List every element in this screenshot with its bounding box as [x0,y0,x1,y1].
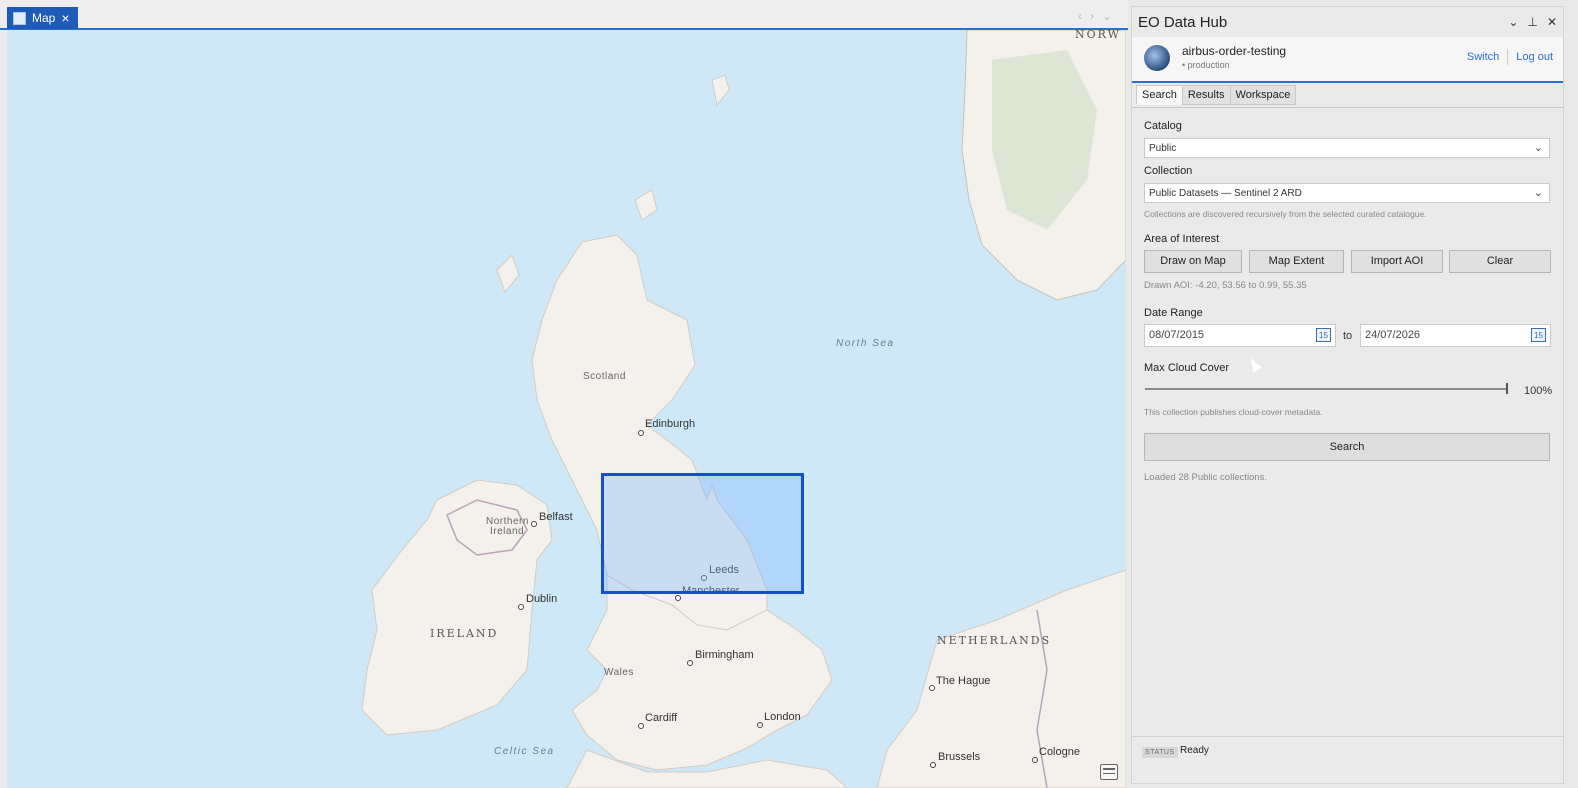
calendar-icon[interactable]: 15 [1531,328,1546,342]
date-from-input[interactable]: 08/07/2015 15 [1144,324,1336,347]
celtic-sea-label: Celtic Sea [494,746,555,757]
cologne-label: Cologne [1039,746,1080,758]
catalog-label: Catalog [1144,120,1182,132]
draw-on-map-button[interactable]: Draw on Map [1144,250,1242,273]
city-dot [638,723,644,729]
city-dot [757,722,763,728]
belfast-label: Belfast [539,511,573,523]
collection-select[interactable]: Public Datasets — Sentinel 2 ARD ⌄ [1144,183,1550,203]
chevron-down-icon: ⌄ [1533,142,1543,154]
environment-label: production [1187,60,1230,70]
switch-link[interactable]: Switch [1467,51,1499,65]
eo-data-hub-panel: EO Data Hub ⌄ ⊥ ✕ airbus-order-testing •… [1131,6,1564,784]
date-to-input[interactable]: 24/07/2026 15 [1360,324,1551,347]
brussels-label: Brussels [938,751,981,763]
map-tab[interactable]: Map × [7,7,78,29]
close-icon[interactable]: ✕ [1547,15,1557,29]
panel-title: EO Data Hub [1138,14,1228,31]
map-tab-label: Map [32,11,56,25]
the-hague-label: The Hague [936,675,991,687]
search-button[interactable]: Search [1144,433,1550,461]
netherlands-label: NETHERLANDS [937,634,1052,647]
catalog-select[interactable]: Public ⌄ [1144,138,1550,158]
aoi-label: Area of Interest [1144,233,1220,245]
map-tab-bar: Map × ‹›⌄ [0,0,1128,30]
chevron-down-icon: ⌄ [1533,187,1543,199]
status-bar: STATUS Ready [1132,736,1563,783]
ireland-label: IRELAND [430,627,499,640]
catalog-value: Public [1149,143,1177,154]
map-icon [13,11,26,25]
city-dot [687,660,693,666]
calendar-icon[interactable]: 15 [1316,328,1331,342]
city-dot [518,604,524,610]
norway-label: NORW [1075,30,1121,41]
edinburgh-label: Edinburgh [645,418,696,430]
map-view[interactable]: North Sea Celtic Sea NORW Scotland North… [7,30,1126,788]
tab-search[interactable]: Search [1136,85,1183,105]
scotland-label: Scotland [583,371,626,382]
birmingham-label: Birmingham [695,649,754,661]
city-dot [531,521,537,527]
logout-link[interactable]: Log out [1516,51,1553,65]
wales-label: Wales [604,667,634,678]
dropdown-icon[interactable]: ⌄ [1508,15,1518,29]
pin-icon[interactable]: ⊥ [1527,15,1537,29]
close-icon[interactable]: × [61,11,69,25]
clear-button[interactable]: Clear [1449,250,1551,273]
city-dot [675,595,681,601]
london-label: London [764,711,801,723]
collection-hint: Collections are discovered recursively f… [1144,209,1427,219]
slider-thumb[interactable] [1506,383,1508,394]
north-sea-label: North Sea [836,338,895,349]
aoi-rectangle[interactable] [601,473,804,594]
city-dot [1032,757,1038,763]
cloud-cover-hint: This collection publishes cloud-cover me… [1144,407,1323,417]
account-environment: • production [1182,60,1230,70]
collection-label: Collection [1144,165,1193,177]
loaded-status-text: Loaded 28 Public collections. [1144,472,1268,483]
dublin-label: Dublin [526,593,558,605]
search-form: Catalog Public ⌄ Collection Public Datas… [1132,107,1563,738]
tab-workspace[interactable]: Workspace [1229,85,1297,105]
map-extent-button[interactable]: Map Extent [1249,250,1344,273]
divider [1507,49,1509,65]
cloud-cover-slider[interactable] [1145,388,1507,390]
account-name: airbus-order-testing [1182,44,1287,58]
drawn-aoi-text: Drawn AOI: -4.20, 53.56 to 0.99, 55.35 [1144,280,1307,291]
date-to-value: 24/07/2026 [1365,329,1421,341]
account-bar: airbus-order-testing • production Switch… [1132,37,1563,83]
northern-ireland-label-2: Ireland [490,526,525,537]
city-dot [929,685,935,691]
cloud-cover-value: 100% [1524,385,1553,397]
legend-icon[interactable] [1100,764,1118,780]
tab-nav-arrows[interactable]: ‹›⌄ [1078,9,1120,23]
panel-controls: ⌄ ⊥ ✕ [1508,15,1557,29]
cloud-cover-label: Max Cloud Cover [1144,362,1229,374]
city-dot [638,430,644,436]
account-links: Switch Log out [1467,49,1553,65]
date-range-label: Date Range [1144,307,1203,319]
tab-results[interactable]: Results [1181,85,1231,105]
import-aoi-button[interactable]: Import AOI [1351,250,1443,273]
cardiff-label: Cardiff [645,712,678,724]
city-dot [930,762,936,768]
date-from-value: 08/07/2015 [1149,329,1205,341]
status-value: Ready [1180,745,1209,756]
collection-value: Public Datasets — Sentinel 2 ARD [1149,188,1302,199]
globe-icon [1144,45,1170,71]
to-label: to [1343,330,1353,342]
status-key: STATUS [1142,747,1178,758]
panel-tabs: Search Results Workspace [1136,85,1297,105]
